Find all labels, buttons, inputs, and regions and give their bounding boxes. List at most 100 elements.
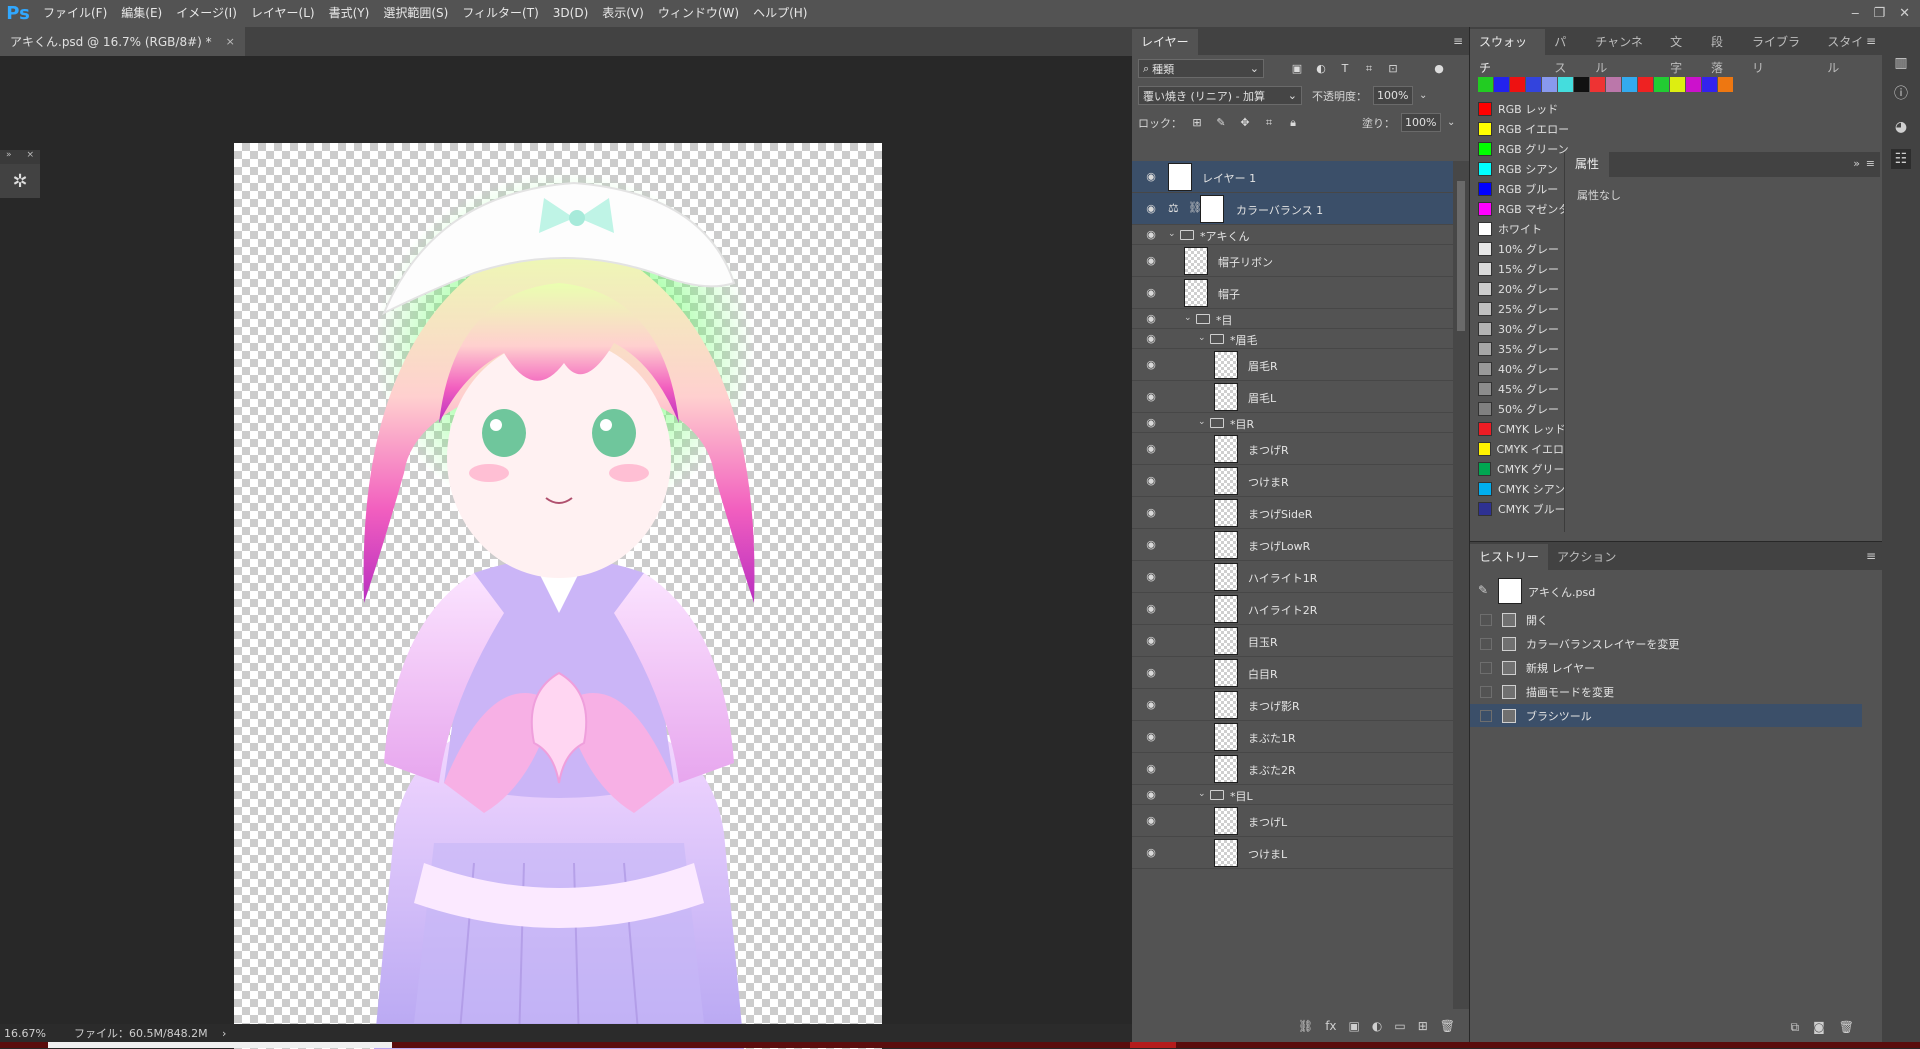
- trash-icon[interactable]: 🗑︎: [1839, 1020, 1854, 1034]
- chevron-down-icon[interactable]: ⌄: [1198, 333, 1206, 343]
- navigator-icon[interactable]: ✲: [0, 164, 40, 198]
- swatch-item[interactable]: RGB シアン: [1478, 159, 1575, 179]
- history-brush-source-icon[interactable]: ✎: [1478, 583, 1488, 597]
- adjustment-layer-icon[interactable]: ◐: [1372, 1019, 1382, 1033]
- swatch-item[interactable]: 20% グレー: [1478, 279, 1575, 299]
- panel-menu-icon[interactable]: ≡: [1866, 34, 1876, 48]
- menu-view[interactable]: 表示(V): [595, 0, 651, 27]
- layer-row[interactable]: ◉ まつげR: [1132, 433, 1453, 465]
- layer-row[interactable]: ◉ つけまR: [1132, 465, 1453, 497]
- history-checkbox[interactable]: [1480, 637, 1492, 650]
- history-item[interactable]: 新規 レイヤー: [1470, 656, 1862, 679]
- layer-row[interactable]: ◉ まつげ影R: [1132, 689, 1453, 721]
- swatch-item[interactable]: CMYK グリーン: [1478, 459, 1575, 479]
- tab-layers[interactable]: レイヤー: [1132, 29, 1198, 55]
- eye-icon[interactable]: ◉: [1144, 333, 1158, 344]
- panel-menu-icon[interactable]: ≡: [1866, 157, 1875, 170]
- expand-icon[interactable]: »: [6, 150, 12, 164]
- minimize-icon[interactable]: ‒: [1851, 6, 1859, 21]
- swatch-item[interactable]: 45% グレー: [1478, 379, 1575, 399]
- close-icon[interactable]: ✕: [1899, 6, 1910, 21]
- chevron-down-icon[interactable]: ⌄: [1168, 229, 1176, 239]
- layer-row[interactable]: ◉ まつげSideR: [1132, 497, 1453, 529]
- recent-swatch[interactable]: [1558, 77, 1573, 92]
- history-snapshot-row[interactable]: ✎ アキくん.psd: [1470, 576, 1862, 606]
- new-layer-icon[interactable]: ⊞: [1418, 1019, 1428, 1033]
- layer-row[interactable]: ◉ 眉毛R: [1132, 349, 1453, 381]
- swatch-item[interactable]: 35% グレー: [1478, 339, 1575, 359]
- recent-swatch[interactable]: [1638, 77, 1653, 92]
- fx-icon[interactable]: fx: [1325, 1019, 1336, 1033]
- history-checkbox[interactable]: [1480, 685, 1492, 698]
- tab-paragraph[interactable]: 段落: [1702, 29, 1743, 75]
- swatch-item[interactable]: RGB レッド: [1478, 99, 1575, 119]
- layer-group-row[interactable]: ◉ ⌄ *眉毛: [1132, 329, 1453, 349]
- recent-swatch[interactable]: [1622, 77, 1637, 92]
- menu-3d[interactable]: 3D(D): [546, 0, 595, 27]
- menu-type[interactable]: 書式(Y): [322, 0, 377, 27]
- history-checkbox[interactable]: [1480, 661, 1492, 674]
- eye-icon[interactable]: ◉: [1144, 763, 1158, 774]
- recent-swatch[interactable]: [1526, 77, 1541, 92]
- recent-swatch[interactable]: [1686, 77, 1701, 92]
- layer-group-row[interactable]: ◉ ⌄ *目R: [1132, 413, 1453, 433]
- zoom-level[interactable]: 16.67%: [4, 1027, 46, 1040]
- recent-swatch[interactable]: [1590, 77, 1605, 92]
- layer-row[interactable]: ◉ ハイライト2R: [1132, 593, 1453, 625]
- swatch-item[interactable]: 50% グレー: [1478, 399, 1575, 419]
- eye-icon[interactable]: ◉: [1144, 255, 1158, 266]
- chevron-down-icon[interactable]: ⌄: [1447, 117, 1455, 128]
- swatch-item[interactable]: CMYK ブルー: [1478, 499, 1575, 519]
- chevron-down-icon[interactable]: ⌄: [1198, 789, 1206, 799]
- recent-swatch[interactable]: [1606, 77, 1621, 92]
- filter-smart-object-icon[interactable]: ⊡: [1384, 60, 1402, 78]
- layer-row[interactable]: ◉ レイヤー 1: [1132, 161, 1453, 193]
- lock-position-icon[interactable]: ✥: [1236, 114, 1254, 132]
- layer-row[interactable]: ◉ 帽子リボン: [1132, 245, 1453, 277]
- menu-select[interactable]: 選択範囲(S): [376, 0, 455, 27]
- lock-artboard-icon[interactable]: ⌗: [1260, 114, 1278, 132]
- layer-row[interactable]: ◉ まつげLowR: [1132, 529, 1453, 561]
- tab-character[interactable]: 文字: [1661, 29, 1702, 75]
- chevron-down-icon[interactable]: ⌄: [1198, 417, 1206, 427]
- histogram-icon[interactable]: ▥: [1891, 53, 1911, 73]
- recent-swatch[interactable]: [1702, 77, 1717, 92]
- chevron-down-icon[interactable]: ⌄: [1184, 313, 1192, 323]
- eye-icon[interactable]: ◉: [1144, 507, 1158, 518]
- filter-type-icon[interactable]: T: [1336, 60, 1354, 78]
- history-item[interactable]: 描画モードを変更: [1470, 680, 1862, 703]
- document-tab[interactable]: アキくん.psd @ 16.7% (RGB/8#) * ×: [0, 27, 245, 56]
- panel-menu-icon[interactable]: ≡: [1453, 34, 1463, 48]
- restore-icon[interactable]: ❐: [1873, 6, 1885, 21]
- tab-libraries[interactable]: ライブラリ: [1743, 29, 1818, 75]
- eye-icon[interactable]: ◉: [1144, 571, 1158, 582]
- swatch-item[interactable]: 10% グレー: [1478, 239, 1575, 259]
- eye-icon[interactable]: ◉: [1144, 667, 1158, 678]
- trash-icon[interactable]: 🗑︎: [1440, 1019, 1455, 1033]
- menu-image[interactable]: イメージ(I): [169, 0, 244, 27]
- add-mask-icon[interactable]: ▣: [1349, 1019, 1360, 1033]
- fill-input[interactable]: 100%: [1401, 113, 1441, 132]
- filter-adjustment-icon[interactable]: ◐: [1312, 60, 1330, 78]
- layer-row[interactable]: ◉ 眉毛L: [1132, 381, 1453, 413]
- recent-swatch[interactable]: [1670, 77, 1685, 92]
- recent-swatch[interactable]: [1574, 77, 1589, 92]
- layer-group-row[interactable]: ◉ ⌄ *アキくん: [1132, 225, 1453, 245]
- eye-icon[interactable]: ◉: [1144, 699, 1158, 710]
- lock-transparency-icon[interactable]: ⊞: [1188, 114, 1206, 132]
- recent-swatch[interactable]: [1718, 77, 1733, 92]
- link-layers-icon[interactable]: ⛓: [1298, 1019, 1313, 1033]
- layer-row[interactable]: ◉ 帽子: [1132, 277, 1453, 309]
- eye-icon[interactable]: ◉: [1144, 229, 1158, 240]
- layer-row[interactable]: ◉ まつげL: [1132, 805, 1453, 837]
- recent-swatch[interactable]: [1510, 77, 1525, 92]
- menu-layer[interactable]: レイヤー(L): [244, 0, 322, 27]
- layer-row[interactable]: ◉ 白目R: [1132, 657, 1453, 689]
- swatch-item[interactable]: ホワイト: [1478, 219, 1575, 239]
- eye-icon[interactable]: ◉: [1144, 635, 1158, 646]
- blend-mode-select[interactable]: 覆い焼き (リニア) - 加算 ⌄: [1138, 86, 1302, 105]
- layer-row[interactable]: ◉ ⚖ ⛓ カラーバランス 1: [1132, 193, 1453, 225]
- scrollbar-thumb[interactable]: [1457, 181, 1465, 331]
- swatch-item[interactable]: CMYK イエロー: [1478, 439, 1575, 459]
- recent-swatch[interactable]: [1542, 77, 1557, 92]
